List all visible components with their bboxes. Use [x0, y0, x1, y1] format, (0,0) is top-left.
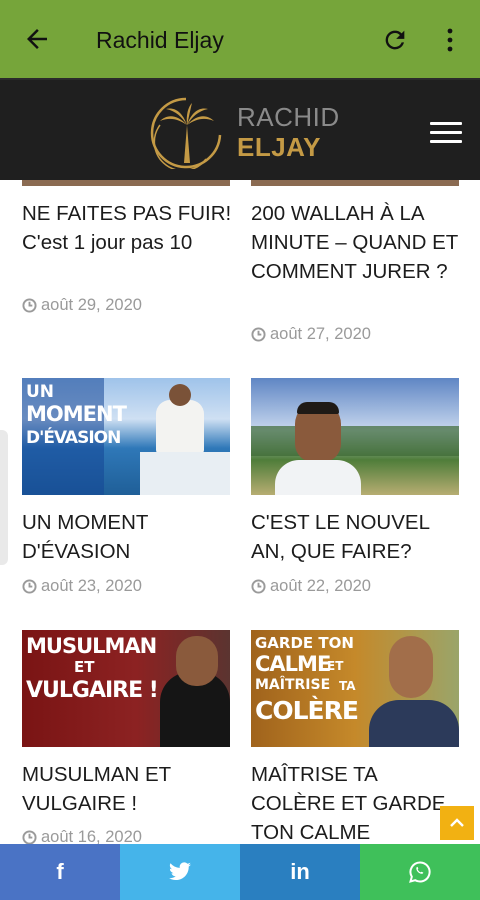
post-title[interactable]: C'EST LE NOUVEL AN, QUE FAIRE?: [251, 508, 463, 566]
chevron-up-icon: [450, 818, 464, 827]
refresh-icon[interactable]: [381, 26, 409, 54]
post-thumbnail[interactable]: GARDE TON CALME ET MAÎTRISE TA COLÈRE: [251, 630, 459, 747]
twitter-icon: [169, 862, 191, 881]
thumbnail-caption: MAÎTRISE: [255, 677, 331, 693]
clock-icon: [251, 327, 266, 342]
post-date: août 27, 2020: [251, 325, 371, 344]
clock-icon: [22, 579, 37, 594]
thumbnail-caption: CALME: [255, 652, 331, 676]
thumbnail-fragment: [22, 180, 230, 186]
clock-icon: [22, 830, 37, 844]
thumbnail-fragment: [251, 180, 459, 186]
thumbnail-caption: D'ÉVASION: [26, 428, 121, 448]
post-date: août 16, 2020: [22, 828, 142, 844]
facebook-icon: f: [56, 859, 64, 884]
thumbnail-caption: MOMENT: [26, 402, 127, 426]
share-bar: f in: [0, 844, 480, 900]
post-thumbnail[interactable]: MUSULMAN ET VULGAIRE !: [22, 630, 230, 747]
post-date-text: août 27, 2020: [270, 325, 371, 343]
post-date-text: août 29, 2020: [41, 296, 142, 314]
post-title[interactable]: 200 WALLAH À LA MINUTE – QUAND ET COMMEN…: [251, 199, 463, 286]
linkedin-icon: in: [290, 859, 310, 884]
post-date: août 29, 2020: [22, 296, 142, 315]
app-bar: Rachid Eljay: [0, 0, 480, 78]
share-whatsapp-button[interactable]: [360, 844, 480, 900]
scroll-to-top-button[interactable]: [440, 806, 474, 840]
logo-text-first: RACHID: [237, 102, 340, 132]
thumbnail-caption: ET: [327, 659, 344, 673]
share-linkedin-button[interactable]: in: [240, 844, 360, 900]
post-title[interactable]: MAÎTRISE TA COLÈRE ET GARDE TON CALME: [251, 760, 463, 844]
post-grid: NE FAITES PAS FUIR! C'est 1 jour pas 10 …: [0, 180, 480, 844]
thumbnail-caption: UN: [26, 382, 55, 402]
app-title: Rachid Eljay: [96, 27, 224, 53]
site-header: RACHID ELJAY: [0, 78, 480, 180]
share-facebook-button[interactable]: f: [0, 844, 120, 900]
edge-swipe-handle[interactable]: [0, 430, 8, 565]
whatsapp-icon: [409, 861, 431, 883]
post-title[interactable]: NE FAITES PAS FUIR! C'est 1 jour pas 10: [22, 199, 234, 257]
thumbnail-caption: COLÈRE: [255, 696, 359, 725]
post-date-text: août 23, 2020: [41, 577, 142, 595]
thumbnail-caption: MUSULMAN: [26, 634, 157, 658]
post-title[interactable]: UN MOMENT D'ÉVASION: [22, 508, 234, 566]
more-vertical-icon[interactable]: [438, 26, 462, 54]
arrow-left-icon[interactable]: [22, 24, 52, 54]
thumbnail-caption: VULGAIRE !: [26, 678, 159, 703]
palm-logo-icon[interactable]: [146, 95, 226, 169]
hamburger-icon[interactable]: [430, 122, 462, 144]
post-date: août 23, 2020: [22, 577, 142, 596]
share-twitter-button[interactable]: [120, 844, 240, 900]
post-date: août 22, 2020: [251, 577, 371, 596]
post-thumbnail[interactable]: [251, 378, 459, 495]
post-thumbnail[interactable]: UN MOMENT D'ÉVASION: [22, 378, 230, 495]
post-date-text: août 16, 2020: [41, 828, 142, 844]
thumbnail-caption: TA: [339, 679, 356, 693]
clock-icon: [22, 298, 37, 313]
logo-text-last: ELJAY: [237, 132, 321, 162]
thumbnail-caption: ET: [74, 658, 95, 676]
thumbnail-caption: GARDE TON: [255, 634, 354, 652]
clock-icon: [251, 579, 266, 594]
post-date-text: août 22, 2020: [270, 577, 371, 595]
post-title[interactable]: MUSULMAN ET VULGAIRE !: [22, 760, 234, 818]
